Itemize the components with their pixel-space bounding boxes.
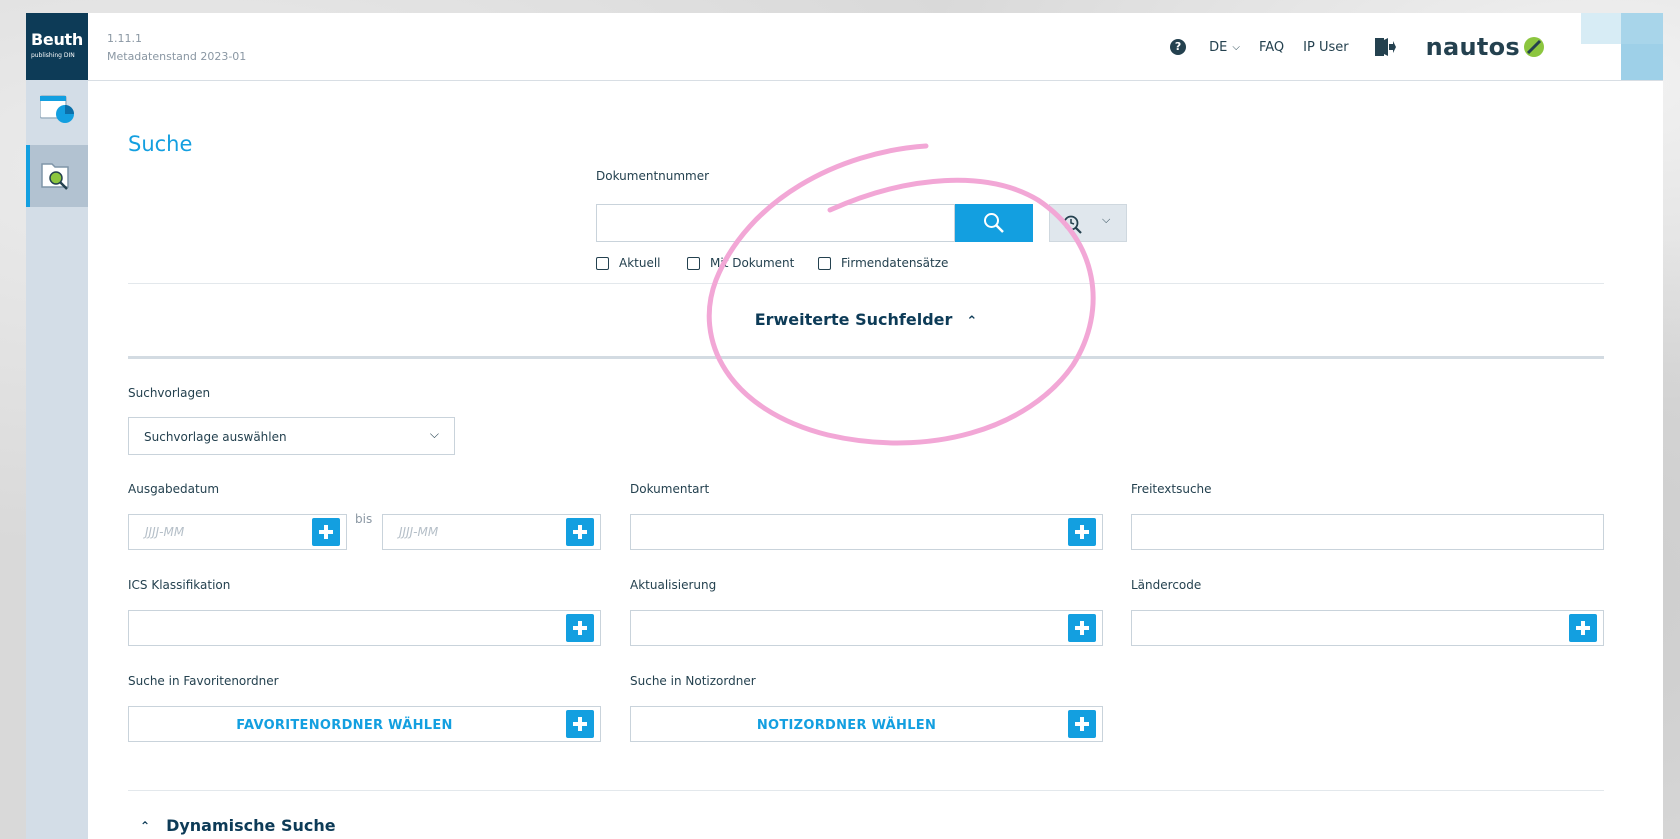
freetext-input[interactable] [1131,514,1604,550]
brand-name: Beuth [31,30,83,49]
dynamic-search-toggle[interactable]: ⌃ Dynamische Suche [140,816,336,835]
templates-label: Suchvorlagen [128,386,211,400]
language-select[interactable]: DE ⌵ [1209,40,1240,55]
country-code-label: Ländercode [1131,578,1202,592]
metadata-status: Metadatenstand 2023-01 [107,50,247,63]
ics-field[interactable] [128,610,601,646]
add-ics-button[interactable] [566,614,594,642]
sidebar-item-search[interactable] [26,145,88,207]
checkbox-box[interactable] [596,256,609,270]
dashboard-icon [40,95,74,123]
date-from-field[interactable]: JJJJ-MM [128,514,347,550]
templates-select-value: Suchvorlage auswählen [144,430,287,444]
fav-folder-label: Suche in Favoritenordner [128,674,279,688]
checkbox-box[interactable] [818,256,831,270]
history-search-icon [1063,215,1082,234]
add-date-from-button[interactable] [312,518,340,546]
divider [128,790,1604,791]
update-field[interactable] [630,610,1103,646]
checkbox-label: Mit Dokument [710,256,795,270]
logout-icon[interactable] [1374,37,1396,57]
annotation-circle [706,143,1096,446]
doc-number-label: Dokumentnummer [596,169,710,183]
search-icon [984,213,1004,233]
brand-logo[interactable]: Beuth publishing DIN [26,13,88,80]
divider [128,356,1604,359]
divider [128,283,1604,284]
ics-label: ICS Klassifikation [128,578,231,592]
sidebar: Beuth publishing DIN [26,13,88,839]
add-update-button[interactable] [1068,614,1096,642]
nautos-logo-icon [1524,37,1544,57]
brand-subtitle: publishing DIN [31,52,75,59]
note-folder-field[interactable]: NOTIZORDNER WÄHLEN [630,706,1103,742]
page-title: Suche [128,132,193,156]
checkbox-mit-dokument[interactable]: Mit Dokument [687,256,794,270]
checkbox-aktuell[interactable]: Aktuell [596,256,661,270]
checkbox-label: Aktuell [619,256,661,270]
search-page: Suche Dokumentnummer ⌵ Aktuell Mit Dokum… [128,80,1618,839]
advanced-fields-label: Erweiterte Suchfelder [754,310,953,329]
chevron-up-icon: ⌃ [966,314,978,329]
add-country-code-button[interactable] [1569,614,1597,642]
add-doc-type-button[interactable] [1068,518,1096,546]
help-icon[interactable]: ? [1170,39,1187,55]
checkbox-firmendatensaetze[interactable]: Firmendatensätze [818,256,948,270]
country-code-field[interactable] [1131,610,1604,646]
header-decoration [1581,13,1621,44]
chevron-down-icon: ⌵ [1232,41,1240,53]
language-value: DE [1209,39,1228,55]
doc-number-input[interactable] [596,204,955,242]
add-date-to-button[interactable] [566,518,594,546]
user-link[interactable]: IP User [1303,40,1348,55]
search-history-button[interactable]: ⌵ [1049,204,1127,242]
freetext-label: Freitextsuche [1131,482,1212,496]
top-header: 1.11.1 Metadatenstand 2023-01 ? DE ⌵ FAQ… [88,13,1663,81]
fav-folder-button[interactable]: FAVORITENORDNER WÄHLEN [129,718,560,733]
date-range-separator: bis [355,512,373,526]
dynamic-search-label: Dynamische Suche [166,816,336,835]
checkbox-label: Firmendatensätze [841,256,949,270]
templates-select[interactable]: Suchvorlage auswählen ⌵ [128,417,455,455]
update-label: Aktualisierung [630,578,717,592]
fav-folder-field[interactable]: FAVORITENORDNER WÄHLEN [128,706,601,742]
note-folder-label: Suche in Notizordner [630,674,756,688]
app-window: Beuth publishing DIN 1.11.1 Metadatensta… [26,13,1663,839]
issue-date-label: Ausgabedatum [128,482,220,496]
sidebar-item-dashboard[interactable] [26,80,88,142]
header-decoration [1621,13,1663,44]
chevron-up-icon: ⌃ [140,818,151,833]
date-from-placeholder: JJJJ-MM [145,525,185,539]
add-fav-folder-button[interactable] [566,710,594,738]
nautos-logo[interactable]: nautos [1426,33,1545,61]
chevron-down-icon: ⌵ [1102,213,1111,226]
nautos-logo-text: nautos [1425,33,1520,61]
doc-type-label: Dokumentart [630,482,710,496]
search-button[interactable] [955,204,1033,242]
date-to-placeholder: JJJJ-MM [399,525,439,539]
checkbox-box[interactable] [687,256,700,270]
note-folder-button[interactable]: NOTIZORDNER WÄHLEN [631,718,1062,733]
date-to-field[interactable]: JJJJ-MM [382,514,601,550]
header-decoration [1621,44,1663,80]
app-version: 1.11.1 [107,32,142,45]
header-actions: ? DE ⌵ FAQ IP User nautos [1170,33,1545,61]
doc-type-field[interactable] [630,514,1103,550]
faq-link[interactable]: FAQ [1259,40,1284,55]
add-note-folder-button[interactable] [1068,710,1096,738]
advanced-fields-toggle[interactable]: Erweiterte Suchfelder ⌃ [128,310,1604,329]
chevron-down-icon: ⌵ [429,427,439,441]
search-document-icon [41,163,69,190]
